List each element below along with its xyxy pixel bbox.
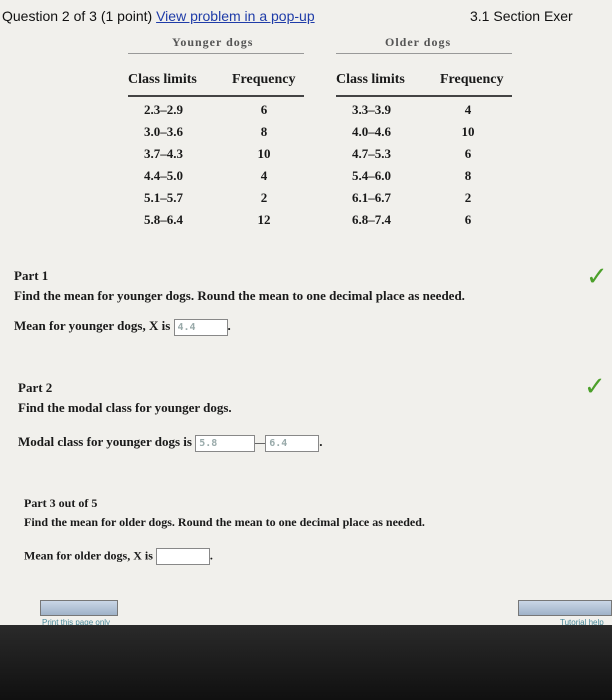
older-frequency-cell: 6 [464,212,472,227]
older-class-cell: 3.3–3.9 [352,102,391,117]
older-class-cell: 6.8–7.4 [352,212,391,227]
part3-answer-label: Mean for older dogs, X is [24,548,153,563]
screen-bezel [0,625,612,700]
younger-frequency-cell: 2 [260,190,268,205]
older-frequency-cell: 4 [464,102,472,117]
younger-col-class: Class limits [128,72,197,87]
part2-title: Part 2 [18,380,53,395]
older-class-cell: 4.0–4.6 [352,124,391,139]
part1-checkmark-icon: ✓ [586,262,608,292]
younger-class-cell: 3.0–3.6 [144,124,183,139]
older-col-frequency: Frequency [440,72,504,87]
younger-class-cell: 2.3–2.9 [144,102,183,117]
older-group-title: Older dogs [385,35,452,49]
left-nav-button[interactable] [40,600,118,616]
part3-title: Part 3 out of 5 [24,496,98,510]
part2-answer-label: Modal class for younger dogs is [18,434,192,449]
younger-class-cell: 4.4–5.0 [144,168,183,183]
younger-frequency-cell: 12 [257,212,271,227]
part2-section: Part 2 Find the modal class for younger … [18,380,322,452]
younger-class-cell: 3.7–4.3 [144,146,183,161]
part3-answer-input[interactable] [155,548,210,565]
part1-prompt: Find the mean for younger dogs. Round th… [14,288,465,303]
older-frequency-cell: 10 [461,124,475,139]
part2-low-input[interactable]: 5.8 [195,434,256,452]
part1-section: Part 1 Find the mean for younger dogs. R… [14,268,465,336]
younger-frequency-cell: 4 [260,168,268,183]
part1-answer-label: Mean for younger dogs, X is [14,318,171,333]
older-class-cell: 5.4–6.0 [352,168,391,183]
section-label: 3.1 Section Exer [470,8,573,24]
part2-prompt: Find the modal class for younger dogs. [18,400,232,415]
older-frequency-cell: 6 [464,146,472,161]
older-class-cell: 6.1–6.7 [352,190,391,205]
younger-frequency-cell: 8 [260,124,268,139]
younger-header-rule [128,95,304,97]
older-top-rule [336,53,512,54]
part1-answer-input[interactable]: 4.4 [173,318,228,336]
question-number: Question 2 of 3 (1 point) [2,8,153,24]
younger-frequency-cell: 6 [260,102,268,117]
older-col-class: Class limits [336,72,405,87]
younger-class-cell: 5.8–6.4 [144,212,183,227]
older-frequency-cell: 2 [464,190,472,205]
part1-title: Part 1 [14,268,49,283]
part1-period: . [227,318,231,333]
older-header-rule [336,95,512,97]
part3-section: Part 3 out of 5 Find the mean for older … [24,496,425,565]
younger-col-frequency: Frequency [232,72,296,87]
part3-answer-row: Mean for older dogs, X is . [24,548,425,565]
right-nav-button[interactable] [518,600,612,616]
question-header: Question 2 of 3 (1 point) View problem i… [0,0,612,30]
part2-period: . [319,434,323,449]
part2-answer-row: Modal class for younger dogs is 5.8 6.4. [18,434,322,452]
question-label: Question 2 of 3 (1 point) View problem i… [2,8,315,24]
range-dash [255,442,266,444]
younger-class-cell: 5.1–5.7 [144,190,183,205]
part2-high-input[interactable]: 6.4 [265,434,320,452]
older-frequency-cell: 8 [464,168,472,183]
popup-link[interactable]: View problem in a pop-up [156,8,315,24]
younger-frequency-cell: 10 [257,146,271,161]
younger-top-rule [128,53,304,54]
part3-period: . [209,548,213,563]
part3-prompt: Find the mean for older dogs. Round the … [24,515,425,529]
part2-checkmark-icon: ✓ [584,372,606,402]
younger-group-title: Younger dogs [172,35,254,49]
older-class-cell: 4.7–5.3 [352,146,391,161]
part1-answer-row: Mean for younger dogs, X is 4.4. [14,318,465,336]
